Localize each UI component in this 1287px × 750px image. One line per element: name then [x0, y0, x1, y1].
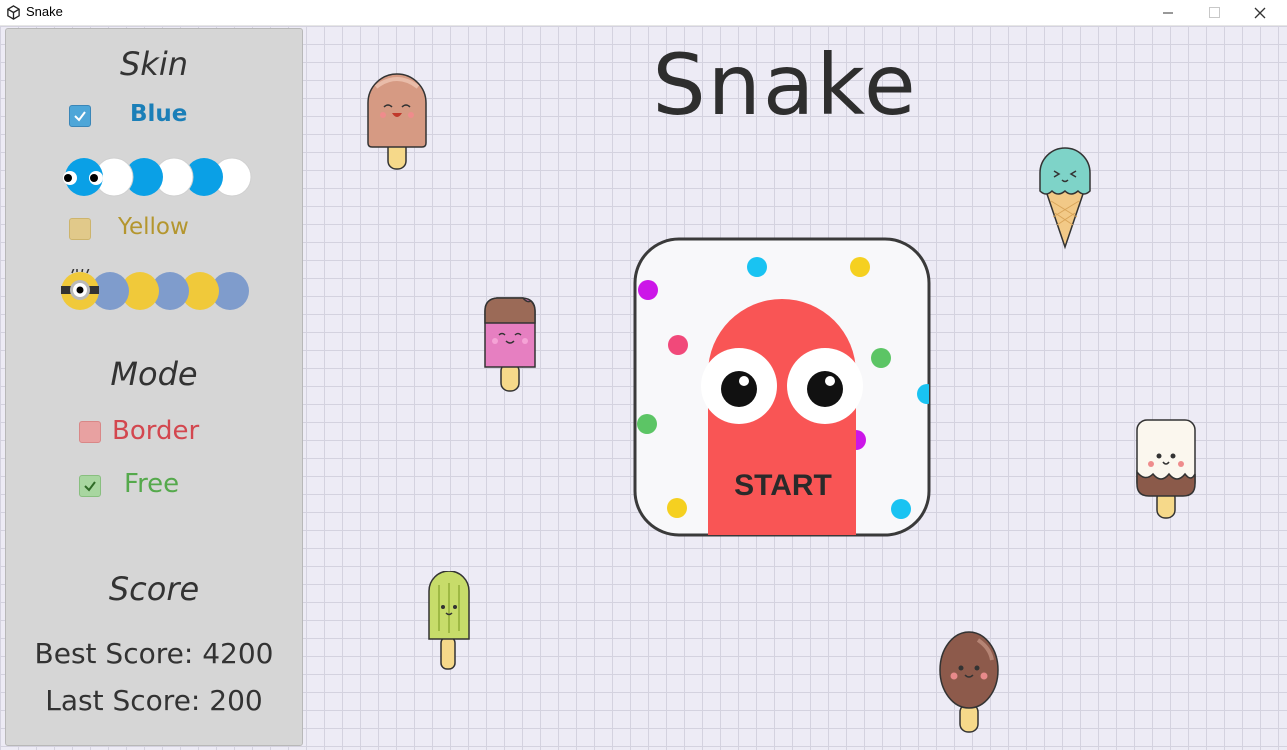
border-mode-checkbox[interactable] [79, 421, 101, 443]
popsicle-icon [939, 631, 999, 733]
popsicle-icon [484, 297, 536, 392]
best-score: Best Score: 4200 [34, 637, 274, 670]
score-heading: Score [108, 570, 200, 608]
minimize-icon [1162, 12, 1173, 14]
skin-heading: Skin [119, 45, 188, 83]
free-mode-checkbox[interactable] [79, 475, 101, 497]
maximize-icon [1208, 7, 1220, 18]
close-icon [1254, 7, 1266, 18]
window-titlebar: Snake [0, 0, 1287, 26]
yellow-skin-preview [61, 269, 249, 310]
blue-skin-checkbox[interactable] [69, 105, 91, 127]
border-mode-label[interactable]: Border [112, 416, 199, 446]
maximize-button[interactable] [1191, 0, 1237, 25]
ice-cream-cone-icon [1039, 147, 1091, 250]
last-score: Last Score: 200 [45, 684, 263, 717]
checkmark-icon [84, 481, 96, 492]
unity-icon [6, 5, 21, 24]
close-button[interactable] [1237, 0, 1283, 25]
window-title: Snake [26, 4, 63, 19]
free-mode-label[interactable]: Free [124, 469, 179, 499]
popsicle-icon [367, 73, 427, 170]
blue-skin-preview [63, 157, 252, 197]
start-button[interactable]: START [633, 237, 931, 537]
yellow-skin-checkbox[interactable] [69, 218, 91, 240]
blue-skin-label[interactable]: Blue [130, 101, 187, 127]
yellow-skin-label[interactable]: Yellow [118, 214, 189, 240]
popsicle-icon [1136, 419, 1196, 519]
minimize-button[interactable] [1145, 0, 1191, 25]
start-label[interactable]: START [633, 469, 933, 503]
popsicle-icon [428, 571, 470, 670]
mode-heading: Mode [110, 355, 198, 393]
game-title: Snake [652, 36, 918, 134]
checkmark-icon [74, 111, 86, 122]
settings-panel: Skin Blue Yellow Mode Border Free Score … [5, 28, 303, 746]
